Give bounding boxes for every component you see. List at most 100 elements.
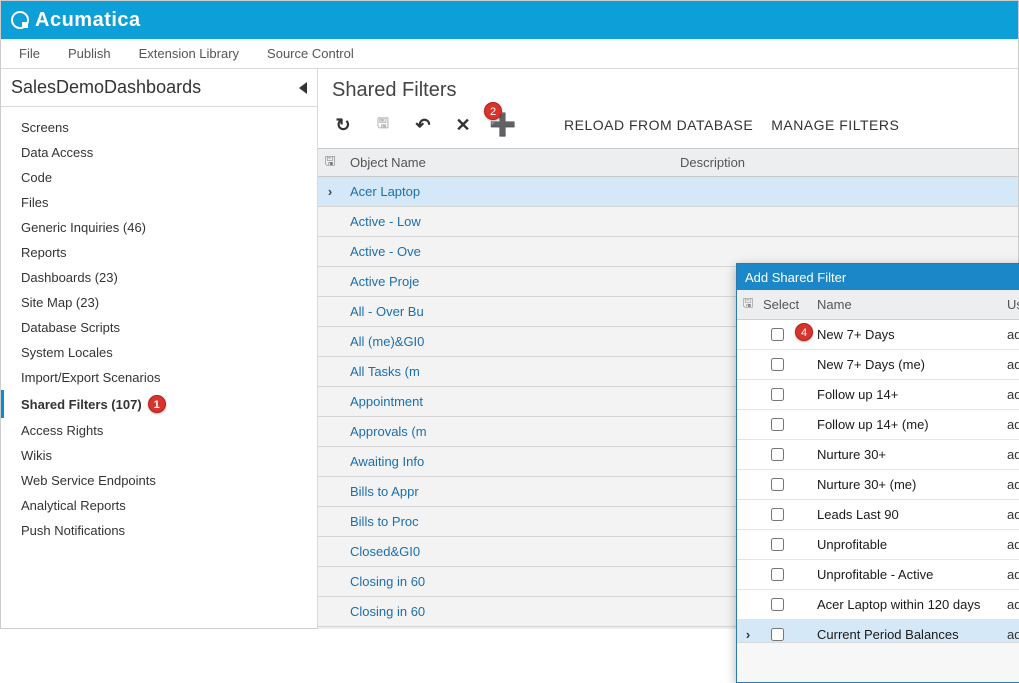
brand-logo: Acumatica [11, 9, 141, 32]
dialog-column-username[interactable]: UserName [1007, 297, 1019, 312]
collapse-sidebar-icon[interactable] [299, 82, 307, 94]
sidebar-item[interactable]: Screens [1, 115, 317, 140]
dialog-table-row[interactable]: Leads Last 90adminGI000075 [737, 500, 1019, 530]
select-checkbox[interactable] [771, 388, 784, 401]
sidebar-item[interactable]: Access Rights [1, 418, 317, 443]
sidebar-item-label: Dashboards (23) [21, 270, 118, 285]
callout-badge-1: 1 [148, 395, 166, 413]
callout-badge-4: 4 [795, 323, 813, 341]
sidebar-item-label: Files [21, 195, 48, 210]
dialog-column-select[interactable]: Select [759, 297, 817, 312]
column-description[interactable]: Description [672, 155, 1018, 170]
cell-name: Nurture 30+ [817, 447, 1007, 462]
sidebar-item[interactable]: System Locales [1, 340, 317, 365]
sidebar-item[interactable]: Shared Filters (107) 1 [1, 390, 317, 418]
cell-username: admin [1007, 597, 1019, 612]
sidebar-item-label: Web Service Endpoints [21, 473, 156, 488]
sidebar-item[interactable]: Import/Export Scenarios [1, 365, 317, 390]
select-checkbox[interactable] [771, 628, 784, 641]
dialog-table-row[interactable]: Follow up 14+ (me)adminGI000075 [737, 410, 1019, 440]
menu-extension-library[interactable]: Extension Library [139, 46, 239, 61]
sidebar-item[interactable]: Push Notifications [1, 518, 317, 543]
sidebar-item-label: Code [21, 170, 52, 185]
save-icon: 🖫 [372, 114, 394, 136]
select-cell [759, 625, 817, 642]
sidebar-item[interactable]: Web Service Endpoints [1, 468, 317, 493]
sidebar-item-label: Data Access [21, 145, 93, 160]
select-cell [759, 385, 817, 404]
sidebar-item[interactable]: Wikis [1, 443, 317, 468]
dialog-table-row[interactable]: ›Current Period BalancesadminGI000080 [737, 620, 1019, 642]
cell-name: Leads Last 90 [817, 507, 1007, 522]
row-indicator-icon: › [737, 627, 759, 642]
dialog-table-row[interactable]: UnprofitableadminGI000076 [737, 530, 1019, 560]
manage-filters-button[interactable]: MANAGE FILTERS [771, 117, 899, 133]
dialog-table-row[interactable]: Acer Laptop within 120 daysadminGI000077 [737, 590, 1019, 620]
select-cell: 4 [759, 325, 817, 344]
dialog-row-save-icon[interactable]: 🖫 [737, 294, 759, 316]
select-cell [759, 415, 817, 434]
select-checkbox[interactable] [771, 598, 784, 611]
dialog-table-row[interactable]: Nurture 30+adminGI000075 [737, 440, 1019, 470]
dialog-table-row[interactable]: New 7+ Days (me)adminGI000075 [737, 350, 1019, 380]
column-object-name[interactable]: Object Name [342, 155, 672, 170]
row-save-icon[interactable]: 🖫 [318, 152, 342, 174]
sidebar-item[interactable]: Data Access [1, 140, 317, 165]
sidebar-item-label: Generic Inquiries (46) [21, 220, 146, 235]
select-checkbox[interactable] [771, 538, 784, 551]
sidebar-item[interactable]: Reports [1, 240, 317, 265]
table-row[interactable]: ›Acer Laptop [318, 177, 1018, 207]
reload-from-database-button[interactable]: RELOAD FROM DATABASE [564, 117, 753, 133]
dialog-table-row[interactable]: Follow up 14+adminGI000075 [737, 380, 1019, 410]
sidebar-item-label: Site Map (23) [21, 295, 99, 310]
dialog-grid-body: 4New 7+ DaysadminGI000075New 7+ Days (me… [737, 320, 1019, 642]
select-checkbox[interactable] [771, 448, 784, 461]
dialog-table-row[interactable]: Nurture 30+ (me)adminGI000075 [737, 470, 1019, 500]
sidebar-item-label: Reports [21, 245, 67, 260]
select-checkbox[interactable] [771, 328, 784, 341]
sidebar-item[interactable]: Generic Inquiries (46) [1, 215, 317, 240]
menu-file[interactable]: File [19, 46, 40, 61]
refresh-icon[interactable]: ↻ [332, 114, 354, 136]
table-row[interactable]: Active - Low [318, 207, 1018, 237]
sidebar-item-label: Push Notifications [21, 523, 125, 538]
cell-name: New 7+ Days [817, 327, 1007, 342]
dialog-table-row[interactable]: Unprofitable - ActiveadminGI000076 [737, 560, 1019, 590]
dialog-table-row[interactable]: 4New 7+ DaysadminGI000075 [737, 320, 1019, 350]
delete-icon[interactable]: ✕ [452, 114, 474, 136]
cell-name: Acer Laptop within 120 days [817, 597, 1007, 612]
sidebar-item[interactable]: Files [1, 190, 317, 215]
cell-username: admin [1007, 357, 1019, 372]
menu-publish[interactable]: Publish [68, 46, 111, 61]
brand-name: Acumatica [35, 9, 141, 32]
sidebar-item[interactable]: Dashboards (23) [1, 265, 317, 290]
select-checkbox[interactable] [771, 418, 784, 431]
menubar: File Publish Extension Library Source Co… [1, 39, 1018, 69]
sidebar-item-label: Access Rights [21, 423, 103, 438]
select-checkbox[interactable] [771, 508, 784, 521]
sidebar-item[interactable]: Site Map (23) [1, 290, 317, 315]
sidebar-item[interactable]: Analytical Reports [1, 493, 317, 518]
select-checkbox[interactable] [771, 478, 784, 491]
sidebar-item-label: Screens [21, 120, 69, 135]
menu-source-control[interactable]: Source Control [267, 46, 354, 61]
cell-username: admin [1007, 537, 1019, 552]
dialog-footer: OK CANCEL [737, 642, 1019, 682]
sidebar-item-label: Shared Filters (107) [21, 397, 142, 412]
sidebar-item-label: Wikis [21, 448, 52, 463]
select-checkbox[interactable] [771, 358, 784, 371]
sidebar-item-label: Database Scripts [21, 320, 120, 335]
cell-username: admin [1007, 507, 1019, 522]
cell-name: Follow up 14+ [817, 387, 1007, 402]
dialog-titlebar[interactable]: Add Shared Filter [737, 264, 1019, 290]
cell-name: Nurture 30+ (me) [817, 477, 1007, 492]
sidebar-item[interactable]: Database Scripts [1, 315, 317, 340]
undo-icon[interactable]: ↶ [412, 114, 434, 136]
select-checkbox[interactable] [771, 568, 784, 581]
sidebar: SalesDemoDashboards ScreensData AccessCo… [1, 69, 318, 629]
sidebar-item-label: System Locales [21, 345, 113, 360]
dialog-column-name[interactable]: Name [817, 297, 1007, 312]
content-area: Shared Filters ↻ 🖫 ↶ ✕ ➕ 2 RELOAD FROM D… [318, 69, 1018, 629]
cell-object-name: Acer Laptop [342, 184, 1018, 199]
sidebar-item[interactable]: Code [1, 165, 317, 190]
